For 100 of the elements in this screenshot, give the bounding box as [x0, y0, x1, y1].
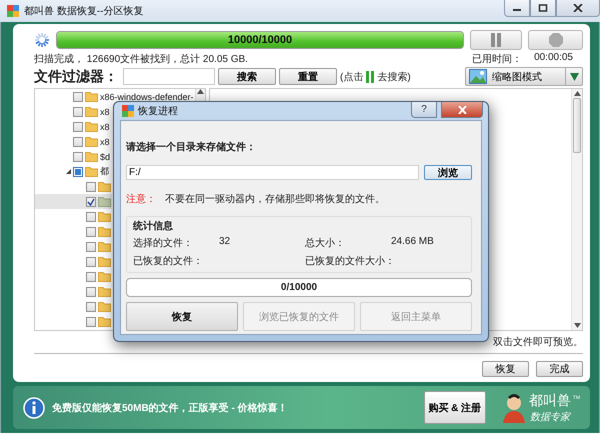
checkbox[interactable]	[86, 182, 96, 192]
app-icon	[122, 105, 134, 117]
checkbox[interactable]	[73, 166, 83, 176]
picture-icon	[469, 69, 487, 84]
folder-name: 都	[100, 165, 109, 178]
folder-name: $d	[100, 152, 110, 162]
minimize-button[interactable]	[504, 0, 530, 17]
group-title: 统计信息	[133, 220, 174, 233]
note-text: 不要在同一驱动器内，存储那些即将恢复的文件。	[165, 192, 385, 206]
recover-button[interactable]: 恢复	[126, 302, 238, 331]
pause-button[interactable]	[470, 30, 522, 50]
stat-label: 总大小：	[305, 236, 346, 250]
maximize-button[interactable]	[530, 0, 556, 17]
folder-icon	[98, 301, 111, 312]
promo-message: 免费版仅能恢复50MB的文件，正版享受 - 价格惊喜！	[52, 401, 289, 414]
checkbox[interactable]	[73, 152, 83, 162]
folder-icon	[85, 166, 98, 177]
filter-field[interactable]	[123, 68, 215, 85]
browse-button[interactable]: 浏览	[424, 165, 472, 180]
prompt-text: 请选择一个目录来存储文件：	[126, 140, 257, 154]
checkbox[interactable]	[73, 136, 83, 146]
folder-name: x8	[100, 136, 110, 146]
folder-icon	[98, 226, 111, 237]
folder-icon	[98, 241, 111, 252]
stop-button[interactable]	[528, 30, 583, 50]
tree-row[interactable]: $d	[35, 149, 112, 164]
checkbox[interactable]	[86, 196, 96, 206]
checkbox[interactable]	[86, 226, 96, 236]
reset-button[interactable]: 重置	[279, 68, 337, 85]
tree-row[interactable]: x8	[35, 104, 111, 119]
folder-name: x8	[100, 122, 110, 132]
checkbox[interactable]	[86, 272, 96, 282]
scrollbar[interactable]	[571, 89, 582, 330]
app-icon	[6, 4, 20, 18]
stat-label: 已恢复的文件：	[133, 254, 204, 268]
note-label: 注意：	[126, 192, 156, 206]
logo-name: 都叫兽	[528, 392, 571, 410]
checkbox[interactable]	[73, 106, 83, 116]
checkbox[interactable]	[86, 256, 96, 266]
dialog-title: 恢复进程	[138, 104, 179, 118]
checkbox[interactable]	[73, 122, 83, 132]
checkbox[interactable]	[86, 212, 96, 222]
elapsed-label: 已用时间：	[472, 52, 522, 66]
tree-row[interactable]: x8	[35, 119, 111, 134]
maximize-icon	[538, 4, 548, 12]
checkbox[interactable]	[73, 92, 83, 102]
folder-icon	[85, 91, 98, 102]
folder-icon	[98, 286, 111, 297]
checkbox[interactable]	[86, 242, 96, 252]
finish-button[interactable]: 完成	[536, 361, 583, 377]
checkbox[interactable]	[86, 316, 96, 326]
search-button[interactable]: 搜索	[218, 68, 276, 85]
progress-text: 10000/10000	[226, 33, 294, 48]
dropdown-arrow-icon	[570, 72, 578, 80]
view-mode-dropdown[interactable]: 缩略图模式	[465, 67, 583, 86]
path-field[interactable]: F:/	[126, 165, 419, 180]
folder-icon	[98, 256, 111, 267]
close-button[interactable]	[441, 102, 483, 118]
progress-text: 0/10000	[280, 281, 318, 295]
bars-icon	[366, 70, 374, 82]
pause-icon	[490, 33, 502, 47]
hint-text: 去搜索)	[377, 70, 411, 84]
stop-icon	[548, 33, 562, 47]
buy-register-button[interactable]: 购买 & 注册	[424, 391, 486, 424]
window-title: 都叫兽 数据恢复--分区恢复	[24, 4, 144, 18]
stat-value: 24.66 MB	[391, 236, 434, 249]
hint-text: (点击	[340, 70, 364, 84]
checkbox[interactable]	[86, 286, 96, 296]
folder-icon	[85, 151, 98, 162]
logo-tagline: 数据专家	[530, 410, 570, 424]
folder-icon	[85, 106, 98, 117]
scroll-up-icon	[196, 89, 204, 94]
elapsed-time: 00:00:05	[534, 52, 573, 65]
filter-label: 文件过滤器：	[34, 68, 118, 86]
info-icon	[23, 396, 45, 418]
tree-row[interactable]: 都	[35, 164, 110, 179]
tree-row[interactable]: x86-windows-defender-	[35, 89, 195, 104]
folder-name: x8	[100, 106, 110, 116]
folder-icon	[98, 196, 111, 207]
folder-icon	[98, 271, 111, 282]
stat-value: 32	[219, 236, 230, 249]
checkbox[interactable]	[86, 302, 96, 312]
folder-icon	[85, 136, 98, 147]
scroll-down-icon	[574, 323, 580, 328]
folder-icon	[98, 181, 111, 192]
folder-name: x86-windows-defender-	[100, 92, 194, 102]
close-icon	[573, 4, 583, 12]
check-icon	[87, 198, 95, 206]
close-button[interactable]	[556, 0, 600, 17]
recover-button[interactable]: 恢复	[482, 361, 529, 377]
folder-icon	[98, 316, 111, 327]
scroll-up-icon	[574, 91, 580, 96]
help-button[interactable]: ?	[411, 102, 437, 118]
folder-icon	[85, 121, 98, 132]
scroll-thumb[interactable]	[573, 98, 581, 153]
figure-icon	[500, 392, 527, 422]
stat-label: 选择的文件：	[133, 236, 194, 250]
tree-row[interactable]: x8	[35, 134, 111, 149]
close-icon	[458, 106, 466, 114]
stat-label: 已恢复的文件大小：	[305, 254, 391, 268]
